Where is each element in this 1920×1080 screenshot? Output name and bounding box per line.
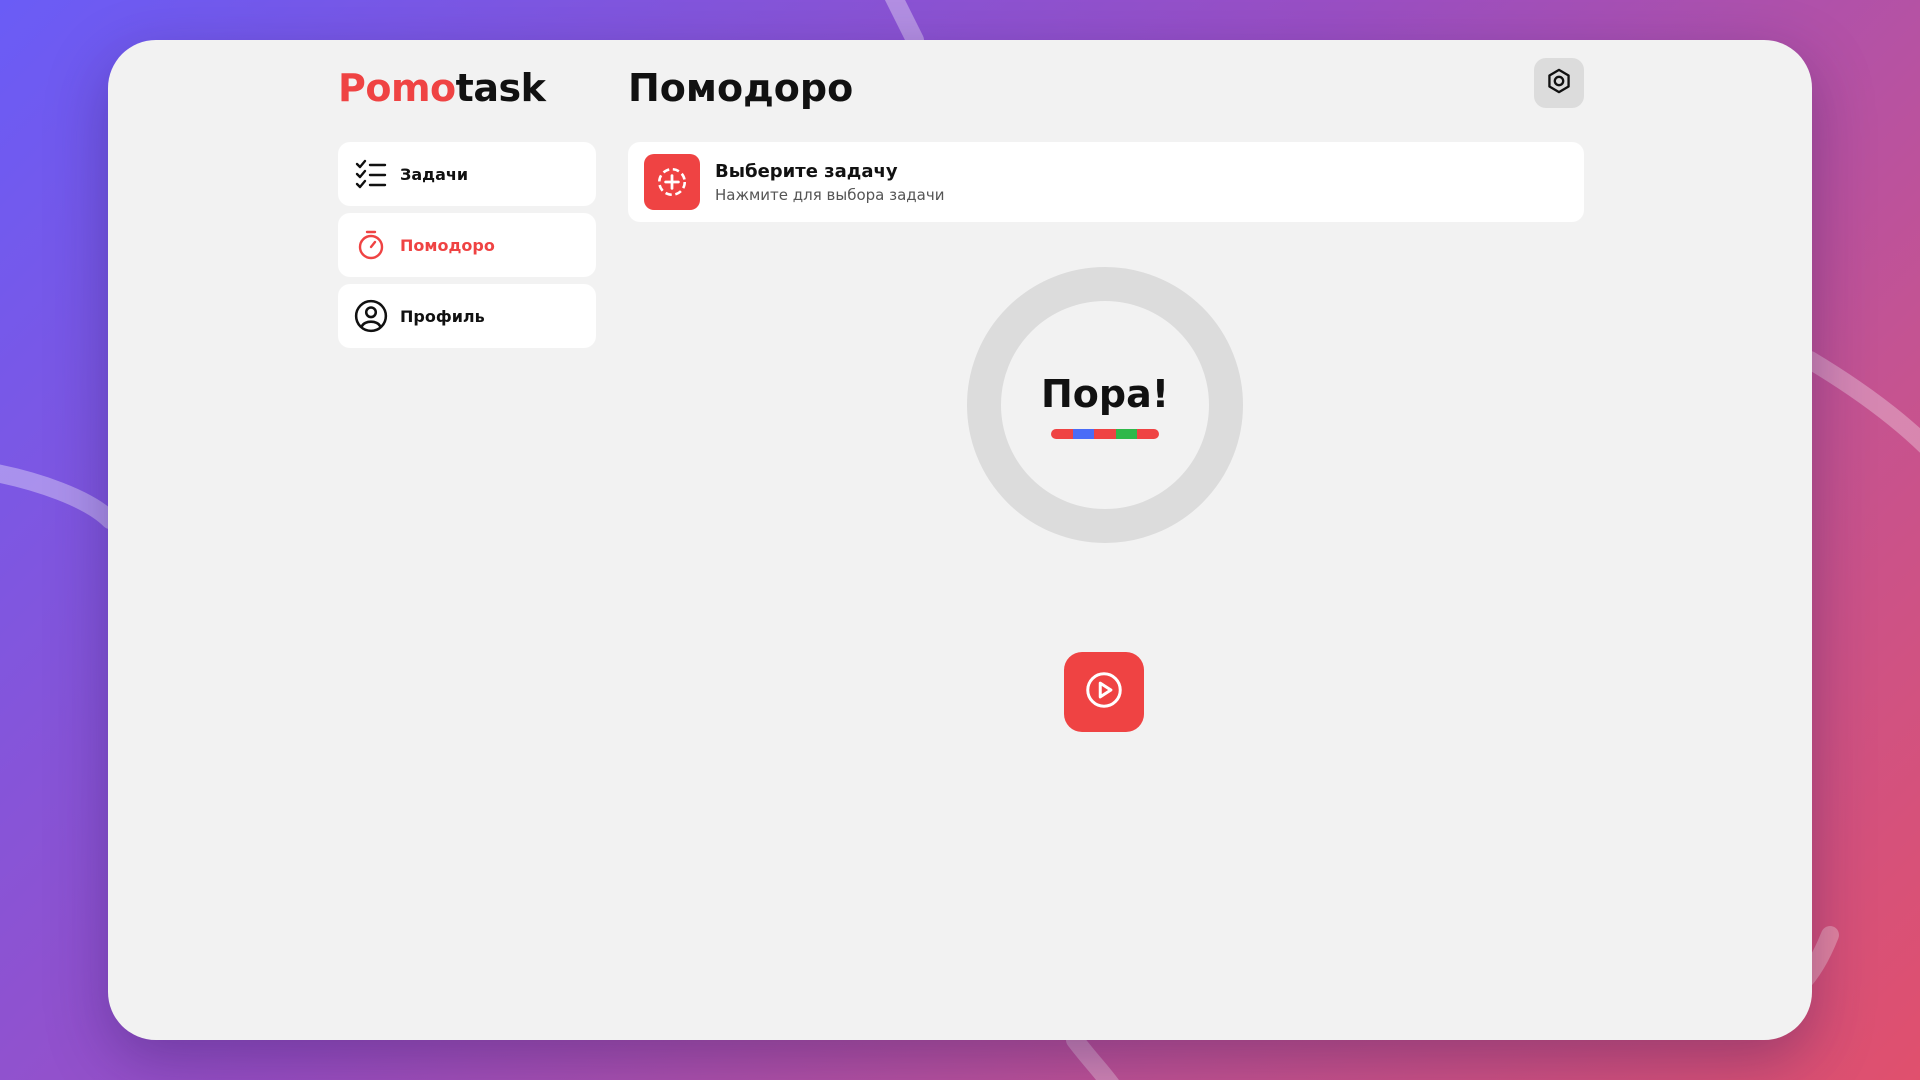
- stripe-segment: [1072, 429, 1095, 439]
- task-selector-subtitle: Нажмите для выбора задачи: [715, 185, 945, 204]
- play-icon: [1084, 670, 1124, 714]
- page-title: Помодоро: [628, 66, 854, 110]
- timer-color-stripe: [1051, 429, 1159, 439]
- user-circle-icon: [354, 299, 388, 333]
- app-logo: Pomotask: [338, 58, 546, 119]
- timer-label: Пора!: [1040, 372, 1170, 416]
- sidebar-item-pomodoro[interactable]: Помодоро: [338, 213, 596, 277]
- gear-icon: [1545, 67, 1573, 99]
- task-selector-card[interactable]: Выберите задачу Нажмите для выбора задач…: [628, 142, 1584, 222]
- stripe-segment: [1094, 429, 1116, 439]
- checklist-icon: [354, 157, 388, 191]
- stopwatch-icon: [354, 228, 388, 262]
- settings-button[interactable]: [1534, 58, 1584, 108]
- sidebar-item-tasks[interactable]: Задачи: [338, 142, 596, 206]
- stripe-segment: [1115, 429, 1138, 439]
- sidebar-nav: Задачи Помодоро Профиль: [338, 142, 596, 355]
- logo-part-task: task: [455, 66, 546, 110]
- play-button[interactable]: [1064, 652, 1144, 732]
- sidebar-item-label: Помодоро: [400, 235, 495, 255]
- stripe-segment: [1137, 429, 1159, 439]
- app-window: Pomotask Помодоро Задачи Помодоро Профил…: [108, 40, 1812, 1040]
- sidebar-item-label: Профиль: [400, 306, 485, 326]
- stripe-segment: [1051, 429, 1073, 439]
- task-selector-title: Выберите задачу: [715, 160, 898, 182]
- sidebar-item-label: Задачи: [400, 164, 469, 184]
- sidebar-item-profile[interactable]: Профиль: [338, 284, 596, 348]
- logo-part-pomo: Pomo: [338, 66, 456, 110]
- add-task-icon: [644, 154, 700, 210]
